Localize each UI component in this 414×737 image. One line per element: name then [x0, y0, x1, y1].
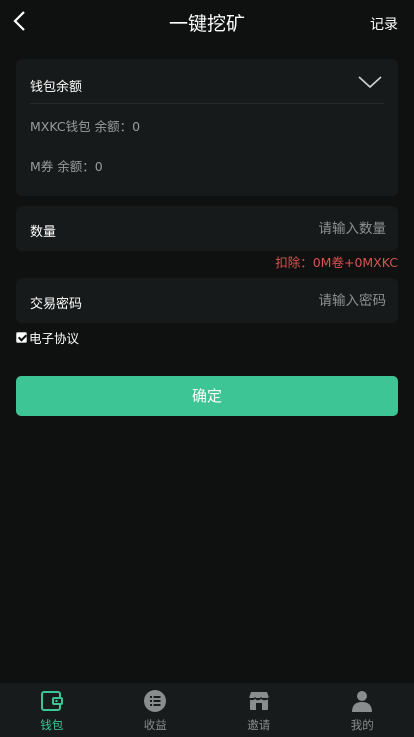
bottom-tab-bar: 钱包 收益 邀请 我的: [0, 683, 414, 737]
tab-mine-label: 我的: [350, 718, 374, 732]
confirm-button[interactable]: 确定: [16, 376, 398, 416]
wallet-balance-card: 钱包余额 MXKC钱包 余额：0 M券 余额：0: [16, 59, 398, 196]
store-icon: [246, 688, 272, 714]
agreement-label[interactable]: 电子协议: [29, 328, 79, 347]
wallet-icon: [39, 688, 65, 714]
top-nav-bar: 一键挖矿 记录: [0, 0, 414, 44]
page-title: 一键挖矿: [168, 13, 245, 35]
tab-invite-label: 邀请: [247, 718, 271, 732]
wallet-balance-title: 钱包余额: [30, 80, 83, 95]
password-row: 交易密码: [16, 278, 398, 323]
tab-wallet-label: 钱包: [40, 718, 64, 732]
chevron-down-icon: [358, 76, 382, 89]
record-link[interactable]: 记录: [370, 14, 398, 34]
quantity-row: 数量: [16, 206, 398, 251]
tab-invite[interactable]: 邀请: [207, 683, 311, 737]
deduct-text: 扣除：0M卷+0MXKC: [275, 255, 398, 270]
agreement-row: 电子协议: [16, 328, 79, 347]
mxkc-wallet-balance: MXKC钱包 余额：0: [30, 119, 141, 134]
m-coupon-balance: M券 余额：0: [30, 159, 103, 174]
tab-earnings-label: 收益: [143, 718, 167, 732]
wallet-balance-header[interactable]: 钱包余额: [30, 59, 384, 104]
password-input[interactable]: [186, 288, 386, 314]
user-icon: [349, 688, 375, 714]
tab-mine[interactable]: 我的: [311, 683, 414, 737]
list-icon: [142, 688, 168, 714]
quantity-input[interactable]: [186, 216, 386, 242]
password-label: 交易密码: [30, 297, 83, 312]
tab-wallet[interactable]: 钱包: [0, 683, 104, 737]
quantity-label: 数量: [30, 225, 57, 240]
tab-earnings[interactable]: 收益: [104, 683, 208, 737]
agreement-checkbox[interactable]: [16, 332, 27, 343]
